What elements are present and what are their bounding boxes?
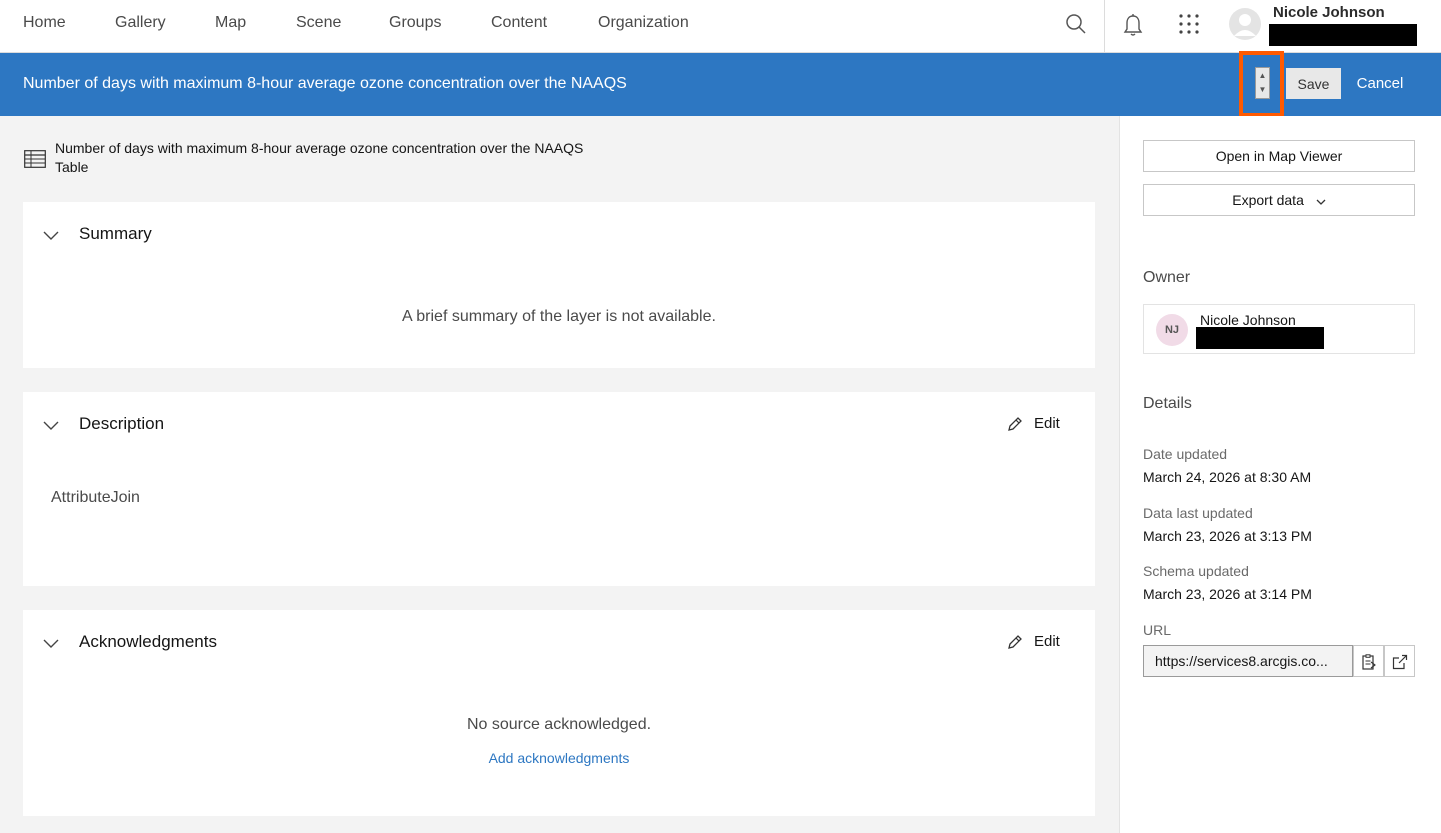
chevron-down-icon: [1316, 186, 1326, 216]
summary-title[interactable]: Summary: [79, 224, 152, 244]
date-updated-value: March 24, 2026 at 8:30 AM: [1143, 469, 1312, 485]
description-text: AttributeJoin: [51, 489, 140, 506]
redacted-username: [1269, 24, 1417, 46]
description-card: Description Edit AttributeJoin: [23, 392, 1095, 586]
owner-name[interactable]: Nicole Johnson: [1200, 312, 1296, 328]
open-url-button[interactable]: [1384, 645, 1415, 677]
user-name[interactable]: Nicole Johnson: [1273, 4, 1385, 21]
title-bar-text: Number of days with maximum 8-hour avera…: [23, 75, 627, 92]
date-updated-label: Date updated: [1143, 446, 1228, 462]
search-icon[interactable]: [1065, 13, 1087, 40]
summary-card: Summary A brief summary of the layer is …: [23, 202, 1095, 368]
cancel-button[interactable]: Cancel: [1350, 68, 1410, 99]
schema-updated-value: March 23, 2026 at 3:14 PM: [1143, 586, 1312, 602]
notifications-bell-icon[interactable]: [1123, 13, 1143, 42]
owner-avatar: NJ: [1156, 314, 1188, 346]
nav-scene[interactable]: Scene: [296, 14, 341, 32]
user-avatar[interactable]: [1228, 7, 1262, 46]
table-icon: [24, 150, 46, 173]
edit-label: Edit: [1034, 633, 1060, 650]
data-last-updated-value: March 23, 2026 at 3:13 PM: [1143, 528, 1312, 544]
app-launcher-icon[interactable]: [1178, 13, 1200, 40]
export-data-button[interactable]: Export data: [1143, 184, 1415, 216]
top-navigation: Home Gallery Map Scene Groups Content Or…: [0, 0, 1441, 53]
description-title[interactable]: Description: [79, 414, 164, 434]
chevron-down-icon[interactable]: [43, 228, 59, 246]
edit-label: Edit: [1034, 415, 1060, 432]
external-link-icon: [1392, 654, 1408, 670]
owner-card: NJ Nicole Johnson: [1143, 304, 1415, 354]
spinner-control[interactable]: ▲ ▼: [1255, 67, 1270, 99]
nav-gallery[interactable]: Gallery: [115, 14, 166, 32]
item-title: Number of days with maximum 8-hour avera…: [55, 140, 584, 156]
acknowledgments-card: Acknowledgments Edit No source acknowled…: [23, 610, 1095, 816]
save-button[interactable]: Save: [1286, 68, 1341, 99]
url-field[interactable]: [1143, 645, 1353, 677]
item-title-bar: Number of days with maximum 8-hour avera…: [0, 53, 1441, 116]
chevron-down-icon[interactable]: [43, 636, 59, 654]
description-edit-button[interactable]: Edit: [1006, 414, 1076, 436]
schema-updated-label: Schema updated: [1143, 563, 1249, 579]
spin-up-arrow-icon[interactable]: ▲: [1258, 69, 1267, 82]
open-in-map-viewer-button[interactable]: Open in Map Viewer: [1143, 140, 1415, 172]
redacted-owner-username: [1196, 327, 1324, 349]
owner-heading: Owner: [1143, 269, 1191, 286]
item-type: Table: [55, 159, 89, 175]
acknowledgments-title[interactable]: Acknowledgments: [79, 632, 217, 652]
data-last-updated-label: Data last updated: [1143, 505, 1253, 521]
pencil-icon: [1006, 633, 1024, 656]
nav-map[interactable]: Map: [215, 14, 246, 32]
nav-organization[interactable]: Organization: [598, 14, 689, 32]
pencil-icon: [1006, 415, 1024, 438]
acknowledgments-text: No source acknowledged.: [466, 716, 652, 733]
url-label: URL: [1143, 622, 1172, 638]
clipboard-icon: [1362, 654, 1376, 670]
chevron-down-icon[interactable]: [43, 418, 59, 436]
copy-url-button[interactable]: [1353, 645, 1384, 677]
nav-divider: [1104, 0, 1105, 52]
acknowledgments-edit-button[interactable]: Edit: [1006, 632, 1076, 654]
nav-home[interactable]: Home: [23, 14, 66, 32]
summary-text: A brief summary of the layer is not avai…: [402, 308, 716, 325]
spin-down-arrow-icon[interactable]: ▼: [1258, 83, 1267, 96]
nav-groups[interactable]: Groups: [389, 14, 441, 32]
add-acknowledgments-link[interactable]: Add acknowledgments: [23, 750, 1095, 766]
nav-content[interactable]: Content: [491, 14, 547, 32]
export-data-label: Export data: [1232, 192, 1304, 208]
details-heading: Details: [1143, 395, 1192, 412]
